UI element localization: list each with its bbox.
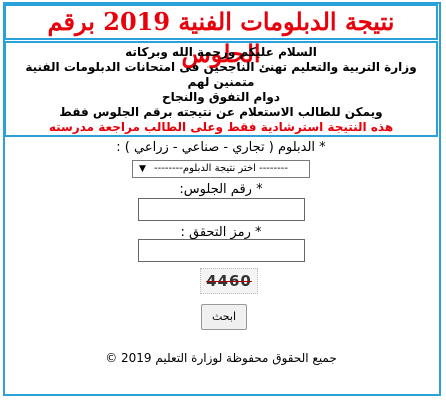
congrats-text: وزارة التربية والتعليم تهنئ الناجحين فى … — [25, 60, 417, 89]
diploma-select-value: -------- اختر نتيجة الدبلوم-------- — [154, 163, 288, 174]
seat-number-input[interactable] — [138, 198, 305, 221]
search-button[interactable]: ابحث — [201, 304, 247, 330]
captcha-label: * رمز التحقق : — [180, 225, 262, 240]
info-panel: السلام عليكم ورحمة الله وبركاته وزارة ال… — [4, 41, 438, 137]
diploma-label: * الدبلوم ( تجاري - صناعي - زراعي ) : — [116, 140, 326, 155]
instruction-text: ويمكن للطالب الاستعلام عن نتيجته برقم ال… — [59, 105, 383, 119]
captcha-input[interactable] — [138, 239, 305, 262]
page-header: نتيجة الدبلومات الفنية 2019 برقم الجلوس — [4, 4, 438, 68]
seat-number-label: * رقم الجلوس: — [179, 182, 263, 197]
captcha-image: 4460 — [200, 268, 258, 294]
dropdown-arrow-icon: ▼ — [139, 164, 146, 174]
greeting-text: السلام عليكم ورحمة الله وبركاته — [125, 45, 317, 59]
footer-copyright: جميع الحقوق محفوظة لوزارة التعليم 2019 © — [105, 351, 337, 365]
congrats-text-cont: دوام التفوق والنجاح — [161, 90, 281, 104]
diploma-select[interactable]: -------- اختر نتيجة الدبلوم-------- ▼ — [132, 160, 310, 178]
warning-text: هذه النتيجة استرشادية فقط وعلى الطالب مر… — [48, 120, 394, 134]
search-form: * الدبلوم ( تجاري - صناعي - زراعي ) : --… — [4, 138, 438, 394]
